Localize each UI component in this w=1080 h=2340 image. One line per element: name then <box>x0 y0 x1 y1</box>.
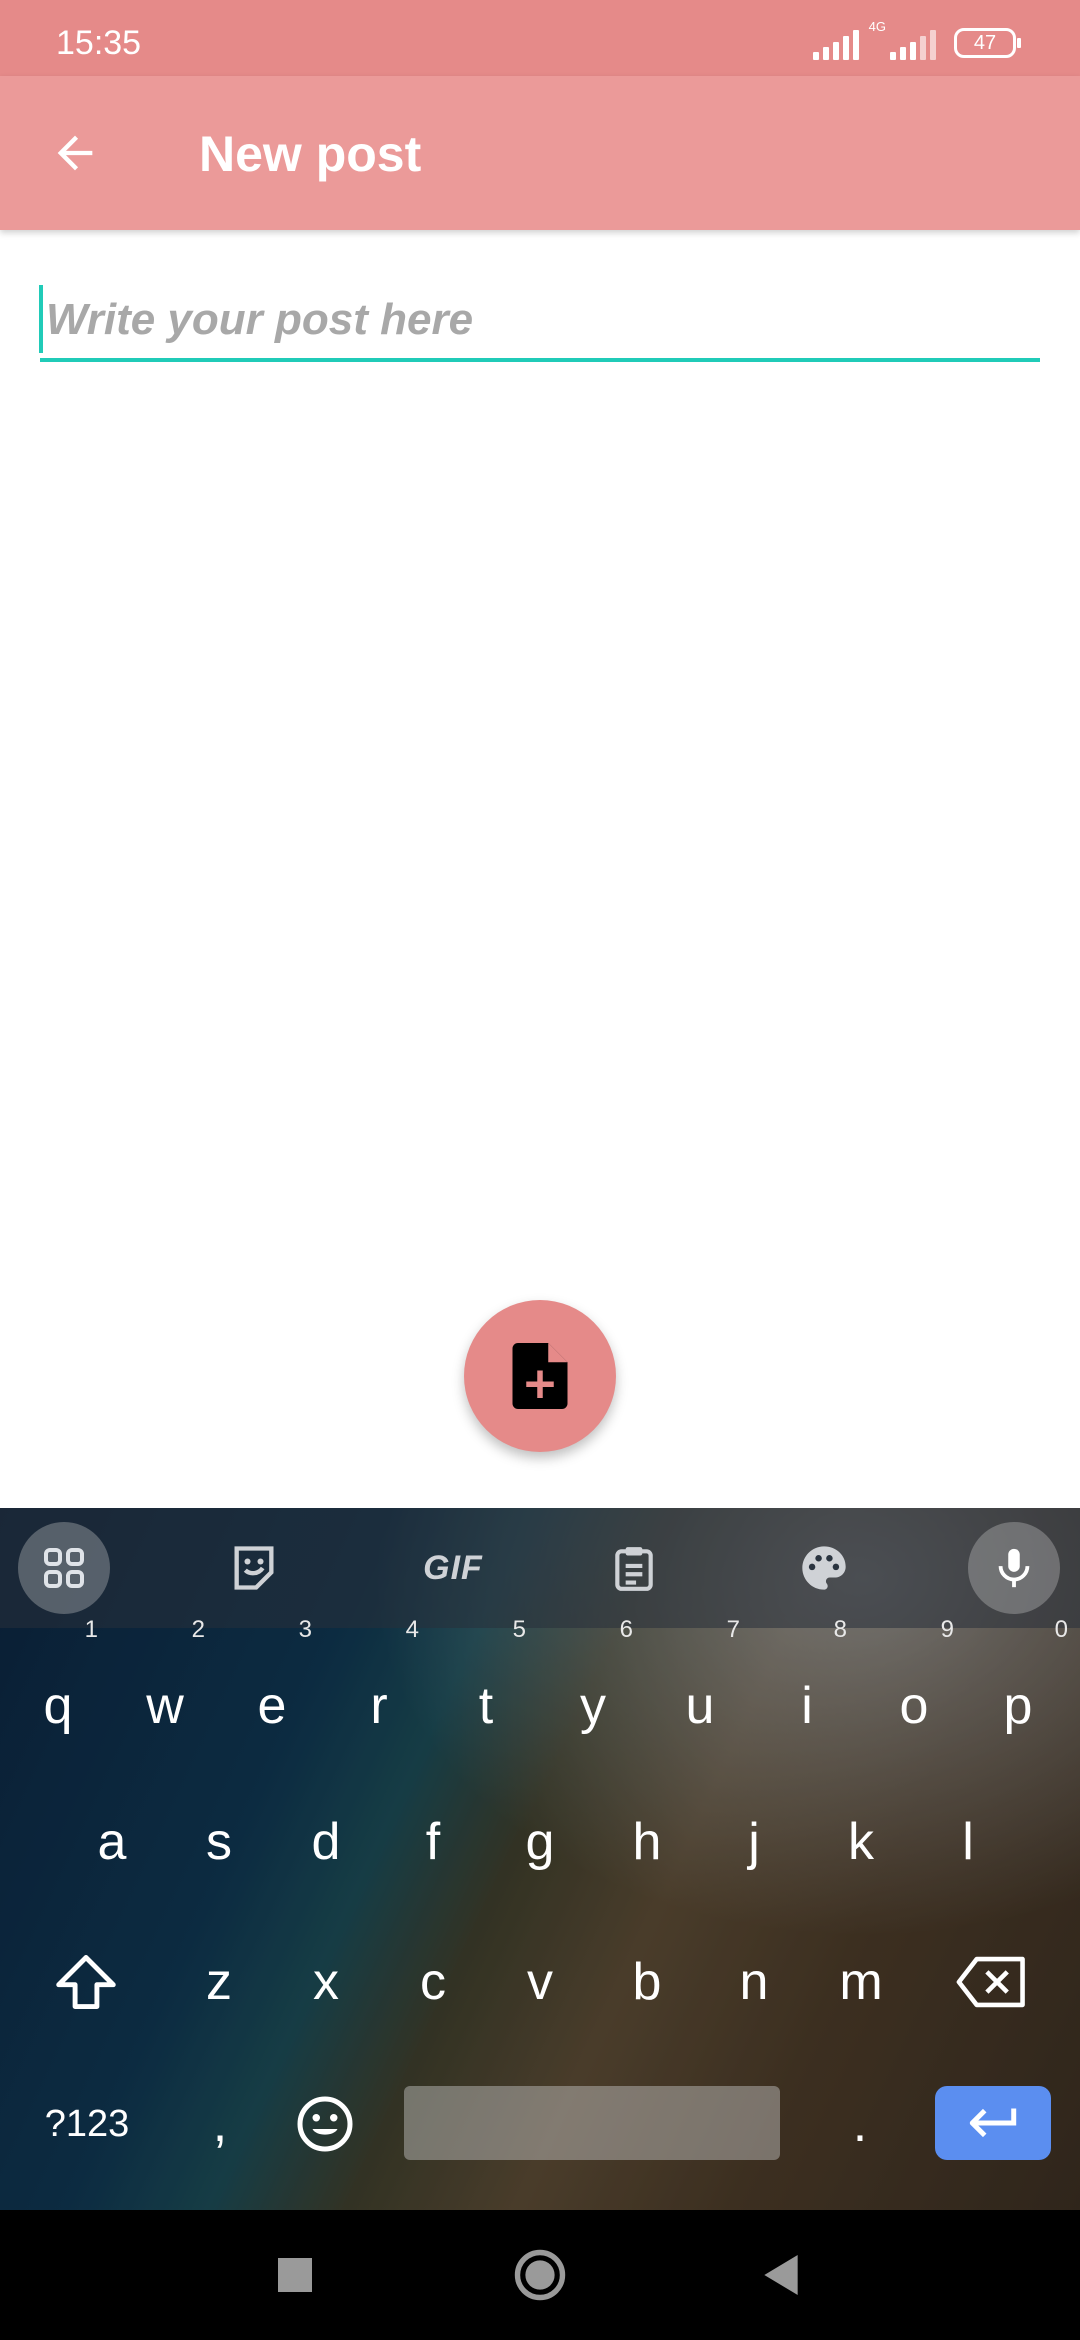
sticker-icon <box>234 1546 274 1590</box>
key-e[interactable]: e3 <box>222 1618 322 1766</box>
key-j[interactable]: j <box>704 1782 804 1902</box>
key-o[interactable]: o9 <box>864 1618 964 1766</box>
key-q[interactable]: q1 <box>8 1618 108 1766</box>
key-a[interactable]: a <box>62 1782 162 1902</box>
text-cursor <box>39 285 43 353</box>
theme-button[interactable] <box>778 1522 870 1614</box>
key-x[interactable]: x <box>276 1922 376 2042</box>
key-r[interactable]: r4 <box>329 1618 429 1766</box>
circle-icon <box>514 2249 566 2301</box>
voice-input-button[interactable] <box>968 1522 1060 1614</box>
grid-icon <box>44 1548 84 1588</box>
gif-label: GIF <box>423 1548 483 1587</box>
clipboard-icon <box>615 1547 653 1591</box>
recents-button[interactable] <box>262 2242 328 2308</box>
signal-icon <box>812 30 859 60</box>
battery-icon: 47 <box>954 28 1021 58</box>
status-bar: 15:35 4G 47 <box>0 0 1080 76</box>
arrow-left-icon <box>57 135 93 171</box>
keyboard-toolbar: GIF <box>0 1508 1080 1628</box>
sticker-button[interactable] <box>208 1522 300 1614</box>
key-t[interactable]: t5 <box>436 1618 536 1766</box>
status-icons: 4G 47 <box>812 19 1021 60</box>
key-c[interactable]: c <box>383 1922 483 2042</box>
key-w[interactable]: w2 <box>115 1618 215 1766</box>
key-u[interactable]: u7 <box>650 1618 750 1766</box>
key-l[interactable]: l <box>918 1782 1018 1902</box>
key-z[interactable]: z <box>169 1922 269 2042</box>
key-b[interactable]: b <box>597 1922 697 2042</box>
apps-button[interactable] <box>18 1522 110 1614</box>
key-y[interactable]: y6 <box>543 1618 643 1766</box>
key-i[interactable]: i8 <box>757 1618 857 1766</box>
keyboard: GIF q1 w2 e3 r4 t 5 y 6 u 7 i 8 o 9 p 0 … <box>0 1508 1080 2210</box>
app-bar: New post <box>0 76 1080 230</box>
key-s[interactable]: s <box>169 1782 269 1902</box>
clipboard-button[interactable] <box>588 1522 680 1614</box>
triangle-back-icon <box>764 2255 798 2295</box>
navigation-bar <box>0 2210 1080 2340</box>
gif-button[interactable]: GIF <box>398 1522 508 1614</box>
page-title: New post <box>199 126 422 182</box>
nav-back-button[interactable] <box>748 2242 814 2308</box>
key-k[interactable]: k <box>811 1782 911 1902</box>
file-plus-icon <box>512 1343 568 1409</box>
symbols-key[interactable]: ?123 <box>22 2064 152 2184</box>
key-p[interactable]: p0 <box>968 1618 1068 1766</box>
key-d[interactable]: d <box>276 1782 376 1902</box>
palette-icon <box>802 1546 846 1590</box>
space-key[interactable] <box>404 2086 780 2160</box>
battery-level: 47 <box>973 31 997 54</box>
enter-icon <box>969 2108 1017 2138</box>
key-v[interactable]: v <box>490 1922 590 2042</box>
back-button[interactable] <box>40 118 110 188</box>
backspace-icon <box>956 1956 1025 2008</box>
shift-icon <box>56 1955 116 2009</box>
enter-key[interactable] <box>935 2086 1051 2160</box>
post-input[interactable] <box>40 282 1040 362</box>
status-time: 15:35 <box>56 24 142 62</box>
period-key[interactable]: . <box>810 2064 910 2184</box>
signal-icon-2 <box>890 30 936 60</box>
key-n[interactable]: n <box>704 1922 804 2042</box>
square-icon <box>278 2258 312 2292</box>
emoji-icon <box>297 2096 353 2152</box>
microphone-icon <box>998 1548 1030 1588</box>
emoji-key[interactable] <box>275 2064 375 2184</box>
shift-key[interactable] <box>36 1922 136 2042</box>
comma-key[interactable]: , <box>170 2064 270 2184</box>
backspace-key[interactable] <box>942 1922 1042 2042</box>
key-m[interactable]: m <box>811 1922 911 2042</box>
key-f[interactable]: f <box>383 1782 483 1902</box>
home-button[interactable] <box>507 2242 573 2308</box>
create-post-button[interactable] <box>464 1300 616 1452</box>
key-h[interactable]: h <box>597 1782 697 1902</box>
network-type: 4G <box>868 19 886 34</box>
key-g[interactable]: g <box>490 1782 590 1902</box>
